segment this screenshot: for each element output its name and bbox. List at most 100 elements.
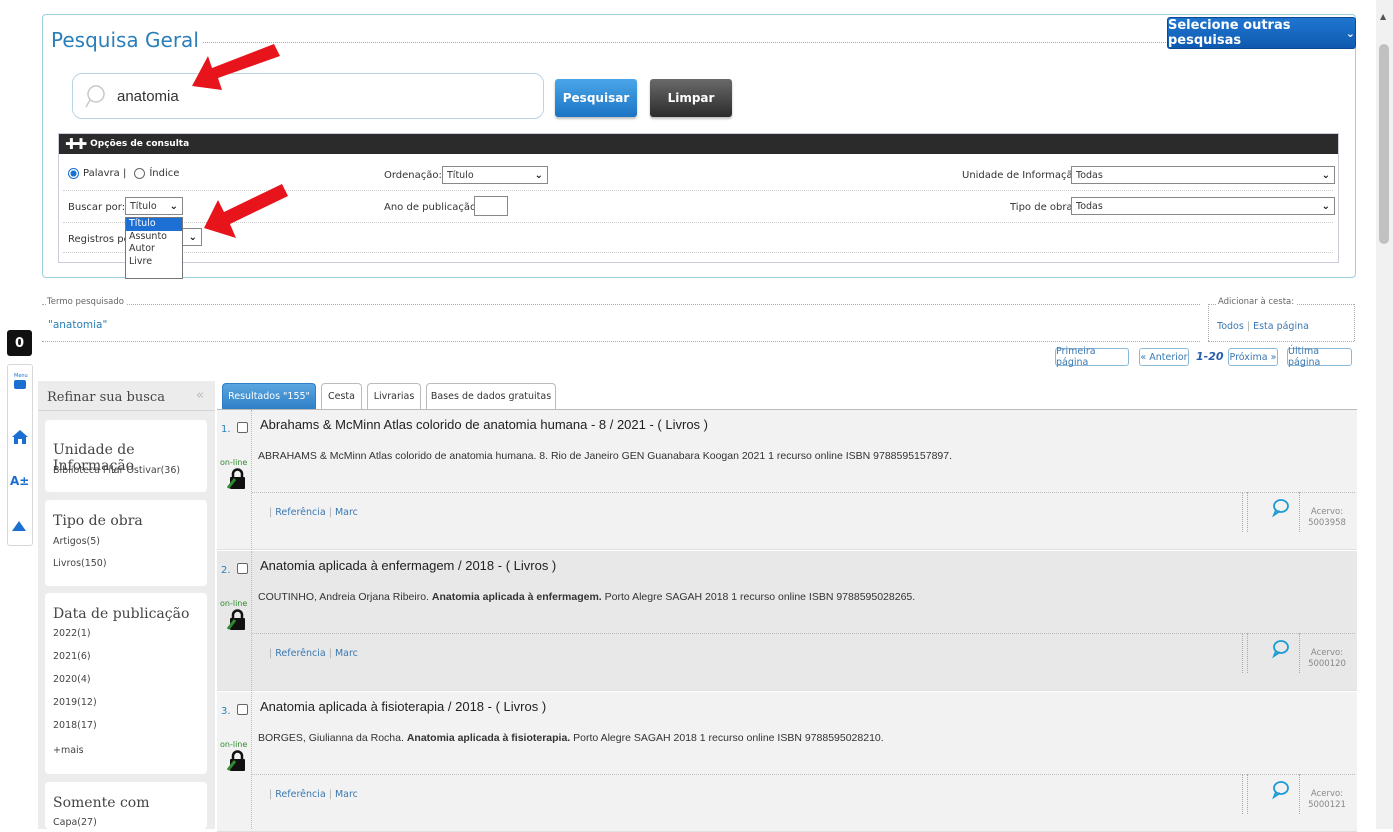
registros-label: Registros por (68, 234, 134, 245)
result-checkbox[interactable] (237, 704, 248, 715)
result-separator (252, 633, 1355, 634)
tab-bases[interactable]: Bases de dados gratuitas (426, 383, 556, 409)
home-icon[interactable] (11, 428, 29, 446)
next-page-button[interactable]: Próxima » (1228, 348, 1278, 366)
scroll-top-icon[interactable] (11, 519, 27, 533)
dropdown-option-titulo[interactable]: Título (126, 218, 182, 231)
plus-icon: ✚✚ (65, 135, 87, 153)
lock-icon[interactable] (227, 468, 249, 490)
marc-link[interactable]: Marc (335, 507, 358, 518)
dropdown-option-livre[interactable]: Livre (126, 256, 182, 269)
tipo-select[interactable]: Todas ⌄ (1071, 197, 1335, 215)
lock-icon[interactable] (227, 750, 249, 772)
other-searches-button[interactable]: Selecione outras pesquisas ⌄ (1167, 17, 1356, 49)
unidade-value: Todas (1076, 169, 1103, 181)
menu-icon[interactable]: Menu (12, 370, 28, 394)
tab-cesta[interactable]: Cesta (321, 383, 362, 409)
chevron-down-icon: ⌄ (1345, 26, 1355, 40)
scroll-up-icon[interactable]: ▲ (1380, 12, 1386, 21)
action-divider (1247, 774, 1248, 814)
action-divider (1247, 633, 1248, 673)
dropdown-option-assunto[interactable]: Assunto (126, 231, 182, 244)
term-top-line (42, 304, 1200, 305)
comment-icon[interactable] (1271, 780, 1291, 800)
search-icon (85, 85, 105, 108)
facet-item[interactable]: Artigos(5) (53, 536, 100, 547)
radio-palavra[interactable] (68, 168, 79, 179)
facet-item[interactable]: 2021(6) (53, 651, 91, 662)
action-divider (1299, 633, 1300, 673)
result-item: 1. Abrahams & McMinn Atlas colorido de a… (217, 410, 1357, 550)
facet-more-link[interactable]: +mais (53, 745, 84, 756)
result-description: COUTINHO, Andreia Orjana Ribeiro. Anatom… (258, 591, 915, 603)
dropdown-option-autor[interactable]: Autor (126, 243, 182, 256)
facet-item[interactable]: 2020(4) (53, 674, 91, 685)
reference-link[interactable]: Referência (275, 648, 325, 659)
scrollbar-thumb[interactable] (1379, 44, 1389, 244)
acervo-number: 5000121 (1308, 800, 1346, 810)
reference-link[interactable]: Referência (275, 789, 325, 800)
facet-item[interactable]: 2019(12) (53, 697, 97, 708)
facet-title: Data de publicação (53, 606, 190, 622)
action-divider (1299, 492, 1300, 532)
first-page-button[interactable]: Primeira página (1055, 346, 1129, 368)
collapse-icon[interactable]: « (196, 388, 204, 403)
facet-item[interactable]: 2018(17) (53, 720, 97, 731)
acervo-label: Acervo: (1310, 648, 1344, 658)
facet-item[interactable]: 2022(1) (53, 628, 91, 639)
ordenacao-value: Título (447, 169, 474, 181)
result-title[interactable]: Abrahams & McMinn Atlas colorido de anat… (260, 417, 708, 432)
contrast-button[interactable]: 0 (7, 330, 32, 356)
unidade-select[interactable]: Todas ⌄ (1071, 166, 1335, 184)
result-title[interactable]: Anatomia aplicada à enfermagem / 2018 - … (260, 558, 556, 573)
lock-icon[interactable] (227, 609, 249, 631)
desc-text: Porto Alegre SAGAH 2018 1 recurso online… (570, 732, 884, 744)
font-size-button[interactable]: A± (10, 474, 29, 488)
comment-icon[interactable] (1271, 498, 1291, 518)
other-searches-label: Selecione outras pesquisas (1168, 18, 1291, 48)
basket-page-link[interactable]: Esta página (1253, 321, 1309, 332)
basket-all-link[interactable]: Todos (1217, 321, 1244, 332)
search-input[interactable] (115, 86, 515, 106)
facet-item[interactable]: Livros(150) (53, 558, 107, 569)
facet-tipo: Tipo de obra Artigos(5) Livros(150) (45, 500, 207, 586)
ano-label: Ano de publicação: (384, 202, 480, 213)
accessibility-toolbar: 0 Menu A± (0, 322, 34, 548)
ano-input[interactable] (474, 196, 508, 216)
online-label: on-line (220, 740, 248, 749)
result-divider (251, 551, 252, 691)
tab-livrarias[interactable]: Livrarias (367, 383, 421, 409)
desc-bold: Anatomia aplicada à fisioterapia. (406, 732, 571, 744)
facet-item[interactable]: Biblioteca Pilar Ostivar(36) (53, 465, 180, 476)
chevron-down-icon: ⌄ (534, 169, 543, 181)
search-button[interactable]: Pesquisar (555, 79, 637, 117)
search-box[interactable] (72, 73, 544, 119)
ordenacao-select[interactable]: Título ⌄ (442, 166, 548, 184)
action-divider (1242, 633, 1243, 673)
red-arrow-icon (192, 44, 280, 90)
basket-legend: Adicionar à cesta: (1216, 297, 1297, 307)
reference-link[interactable]: Referência (275, 507, 325, 518)
comment-icon[interactable] (1271, 639, 1291, 659)
online-label: on-line (220, 458, 248, 467)
facet-item[interactable]: Capa(27) (53, 817, 97, 828)
buscar-select[interactable]: Título ⌄ (125, 197, 183, 215)
query-options-header[interactable]: ✚✚ Opções de consulta (59, 134, 1338, 154)
chevron-down-icon: ⌄ (1321, 200, 1330, 212)
acervo-info: Acervo: 5003958 (1305, 507, 1349, 529)
clear-button[interactable]: Limpar (650, 79, 732, 117)
facet-unidade: Unidade de Informação Biblioteca Pilar O… (45, 420, 207, 492)
result-description: BORGES, Giulianna da Rocha. Anatomia apl… (258, 732, 884, 744)
marc-link[interactable]: Marc (335, 648, 358, 659)
radio-indice[interactable] (134, 168, 146, 179)
marc-link[interactable]: Marc (335, 789, 358, 800)
result-checkbox[interactable] (237, 422, 248, 433)
action-divider (1242, 774, 1243, 814)
tipo-value: Todas (1076, 200, 1103, 212)
result-checkbox[interactable] (237, 563, 248, 574)
tab-resultados[interactable]: Resultados "155" (222, 383, 316, 409)
last-page-button[interactable]: Última página (1287, 346, 1352, 368)
result-title[interactable]: Anatomia aplicada à fisioterapia / 2018 … (260, 699, 546, 714)
online-label: on-line (220, 599, 248, 608)
prev-page-button[interactable]: « Anterior (1139, 348, 1189, 366)
